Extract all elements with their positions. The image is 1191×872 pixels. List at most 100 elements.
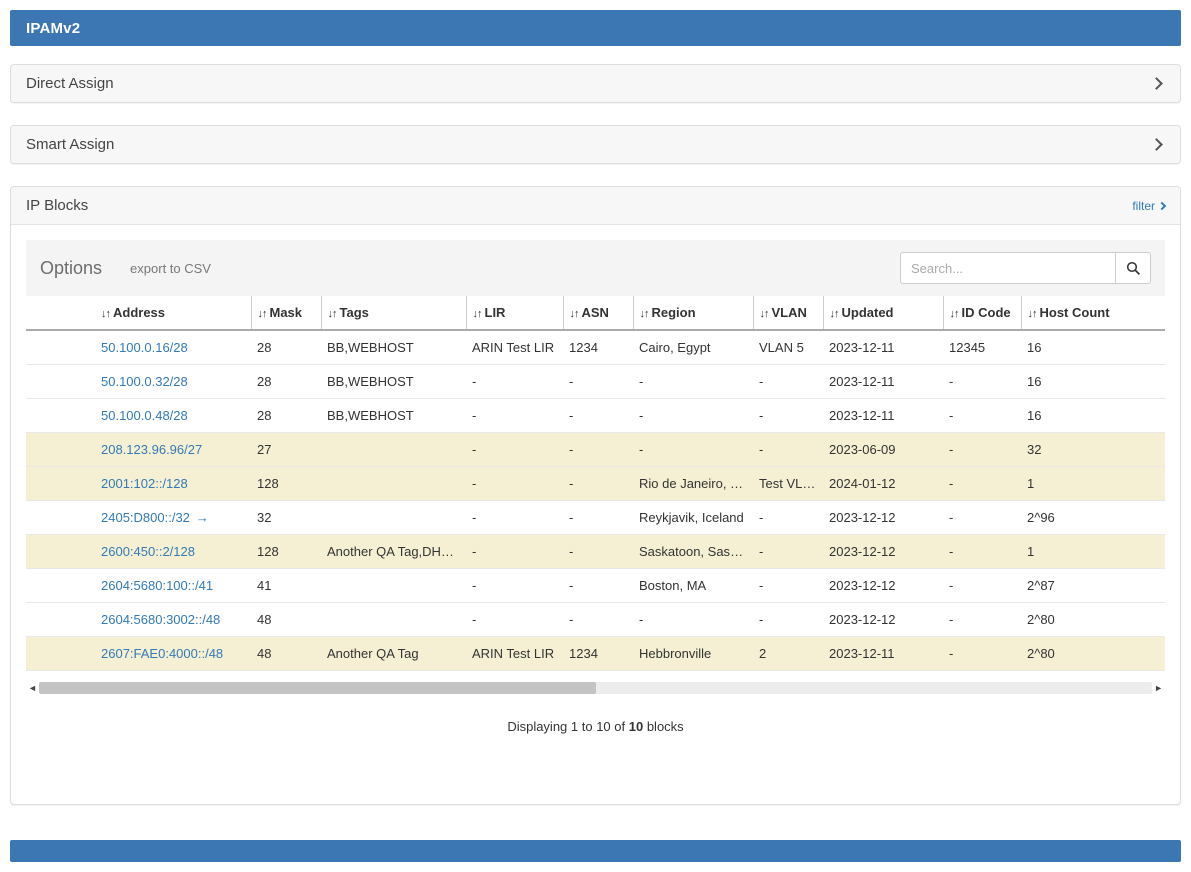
sort-icon[interactable]: ↓↑ bbox=[950, 308, 959, 320]
sort-icon[interactable]: ↓↑ bbox=[473, 308, 482, 320]
sort-icon[interactable]: ↓↑ bbox=[830, 308, 839, 320]
host-count-cell: 2^96 bbox=[1021, 501, 1165, 535]
column-label: Host Count bbox=[1040, 305, 1110, 320]
sort-icon[interactable]: ↓↑ bbox=[328, 308, 337, 320]
horizontal-scrollbar[interactable]: ◄ ► bbox=[26, 681, 1165, 695]
column-label: ID Code bbox=[962, 305, 1011, 320]
ip-block-link[interactable]: 2607:FAE0:4000::/48 bbox=[101, 646, 223, 661]
ip-block-link[interactable]: 50.100.0.32/28 bbox=[101, 374, 188, 389]
mask-cell: 128 bbox=[251, 467, 321, 501]
vlan-cell: - bbox=[753, 501, 823, 535]
column-header-asn[interactable]: ↓↑ASN bbox=[563, 296, 633, 330]
column-label: Updated bbox=[842, 305, 894, 320]
id-code-cell: - bbox=[943, 535, 1021, 569]
lir-cell: - bbox=[466, 365, 563, 399]
column-header-id_code[interactable]: ↓↑ID Code bbox=[943, 296, 1021, 330]
vlan-cell: - bbox=[753, 535, 823, 569]
region-cell: - bbox=[633, 603, 753, 637]
id-code-cell: - bbox=[943, 399, 1021, 433]
mask-cell: 28 bbox=[251, 330, 321, 365]
table-row: 2604:5680:100::/4141--Boston, MA-2023-12… bbox=[26, 569, 1165, 603]
asn-cell: - bbox=[563, 399, 633, 433]
mask-cell: 48 bbox=[251, 637, 321, 671]
column-header-region[interactable]: ↓↑Region bbox=[633, 296, 753, 330]
lir-cell: - bbox=[466, 433, 563, 467]
direct-assign-title: Direct Assign bbox=[26, 75, 114, 92]
scrollbar-thumb[interactable] bbox=[39, 682, 596, 694]
updated-cell: 2024-01-12 bbox=[823, 467, 943, 501]
chevron-right-icon[interactable] bbox=[1150, 138, 1163, 151]
scrollbar-track[interactable] bbox=[39, 682, 1152, 694]
ip-block-link[interactable]: 50.100.0.16/28 bbox=[101, 340, 188, 355]
column-header-address[interactable]: ↓↑Address bbox=[26, 296, 251, 330]
direct-assign-header[interactable]: Direct Assign bbox=[11, 65, 1180, 102]
asn-cell: - bbox=[563, 603, 633, 637]
ip-blocks-body: Options export to CSV ↓↑Address↓↑Mask↓↑T… bbox=[11, 225, 1180, 804]
lir-cell: - bbox=[466, 603, 563, 637]
column-header-host_count[interactable]: ↓↑Host Count bbox=[1021, 296, 1165, 330]
updated-cell: 2023-12-11 bbox=[823, 399, 943, 433]
table-row: 2001:102::/128128--Rio de Janeiro, …Test… bbox=[26, 467, 1165, 501]
filter-link[interactable]: filter bbox=[1132, 199, 1165, 213]
tags-cell: Another QA Tag bbox=[321, 637, 466, 671]
table-row: 208.123.96.96/2727----2023-06-09-32 bbox=[26, 433, 1165, 467]
asn-cell: - bbox=[563, 535, 633, 569]
mask-cell: 28 bbox=[251, 399, 321, 433]
column-header-lir[interactable]: ↓↑LIR bbox=[466, 296, 563, 330]
id-code-cell: - bbox=[943, 467, 1021, 501]
sort-icon[interactable]: ↓↑ bbox=[760, 308, 769, 320]
search-button[interactable] bbox=[1115, 252, 1151, 284]
address-cell: 50.100.0.32/28 bbox=[26, 365, 251, 399]
address-cell: 50.100.0.16/28 bbox=[26, 330, 251, 365]
column-header-mask[interactable]: ↓↑Mask bbox=[251, 296, 321, 330]
table-row: 2607:FAE0:4000::/48 48Another QA TagARIN … bbox=[26, 637, 1165, 671]
ip-block-link[interactable]: 50.100.0.48/28 bbox=[101, 408, 188, 423]
search-group bbox=[900, 252, 1151, 284]
scroll-left-icon[interactable]: ◄ bbox=[26, 681, 39, 695]
column-label: LIR bbox=[485, 305, 506, 320]
export-csv-link[interactable]: export to CSV bbox=[130, 261, 211, 276]
mask-cell: 41 bbox=[251, 569, 321, 603]
asn-cell: 1234 bbox=[563, 330, 633, 365]
ip-block-link[interactable]: 208.123.96.96/27 bbox=[101, 442, 202, 457]
column-label: Address bbox=[113, 305, 165, 320]
ip-block-link[interactable]: 2604:5680:100::/41 bbox=[101, 578, 213, 593]
id-code-cell: - bbox=[943, 433, 1021, 467]
search-icon bbox=[1126, 261, 1141, 276]
table-body: 50.100.0.16/2828BB,WEBHOSTARIN Test LIR1… bbox=[26, 330, 1165, 671]
tags-cell bbox=[321, 467, 466, 501]
panel-direct-assign: Direct Assign bbox=[10, 64, 1181, 103]
host-count-cell: 2^80 bbox=[1021, 603, 1165, 637]
tags-cell bbox=[321, 603, 466, 637]
id-code-cell: - bbox=[943, 365, 1021, 399]
vlan-cell: - bbox=[753, 603, 823, 637]
region-cell: - bbox=[633, 399, 753, 433]
ip-block-link[interactable]: 2600:450::2/128 bbox=[101, 544, 195, 559]
address-cell: 2607:FAE0:4000::/48 bbox=[26, 637, 251, 671]
ip-block-link[interactable]: 2405:D800::/32 bbox=[101, 510, 190, 525]
lir-cell: ARIN Test LIR bbox=[466, 637, 563, 671]
updated-cell: 2023-12-11 bbox=[823, 330, 943, 365]
scroll-right-icon[interactable]: ► bbox=[1152, 681, 1165, 695]
tags-cell bbox=[321, 569, 466, 603]
sort-icon[interactable]: ↓↑ bbox=[1028, 308, 1037, 320]
lir-cell: - bbox=[466, 535, 563, 569]
column-header-tags[interactable]: ↓↑Tags bbox=[321, 296, 466, 330]
smart-assign-header[interactable]: Smart Assign bbox=[11, 126, 1180, 163]
ip-block-link[interactable]: 2604:5680:3002::/48 bbox=[101, 612, 220, 627]
id-code-cell: - bbox=[943, 637, 1021, 671]
column-header-vlan[interactable]: ↓↑VLAN bbox=[753, 296, 823, 330]
sort-icon[interactable]: ↓↑ bbox=[570, 308, 579, 320]
sort-icon[interactable]: ↓↑ bbox=[640, 308, 649, 320]
lir-cell: - bbox=[466, 399, 563, 433]
forward-arrow-icon: → bbox=[196, 510, 209, 525]
chevron-right-icon[interactable] bbox=[1150, 77, 1163, 90]
host-count-cell: 16 bbox=[1021, 330, 1165, 365]
ip-block-link[interactable]: 2001:102::/128 bbox=[101, 476, 188, 491]
sort-icon[interactable]: ↓↑ bbox=[101, 308, 110, 320]
vlan-cell: - bbox=[753, 399, 823, 433]
sort-icon[interactable]: ↓↑ bbox=[258, 308, 267, 320]
mask-cell: 128 bbox=[251, 535, 321, 569]
search-input[interactable] bbox=[900, 252, 1115, 284]
column-header-updated[interactable]: ↓↑Updated bbox=[823, 296, 943, 330]
